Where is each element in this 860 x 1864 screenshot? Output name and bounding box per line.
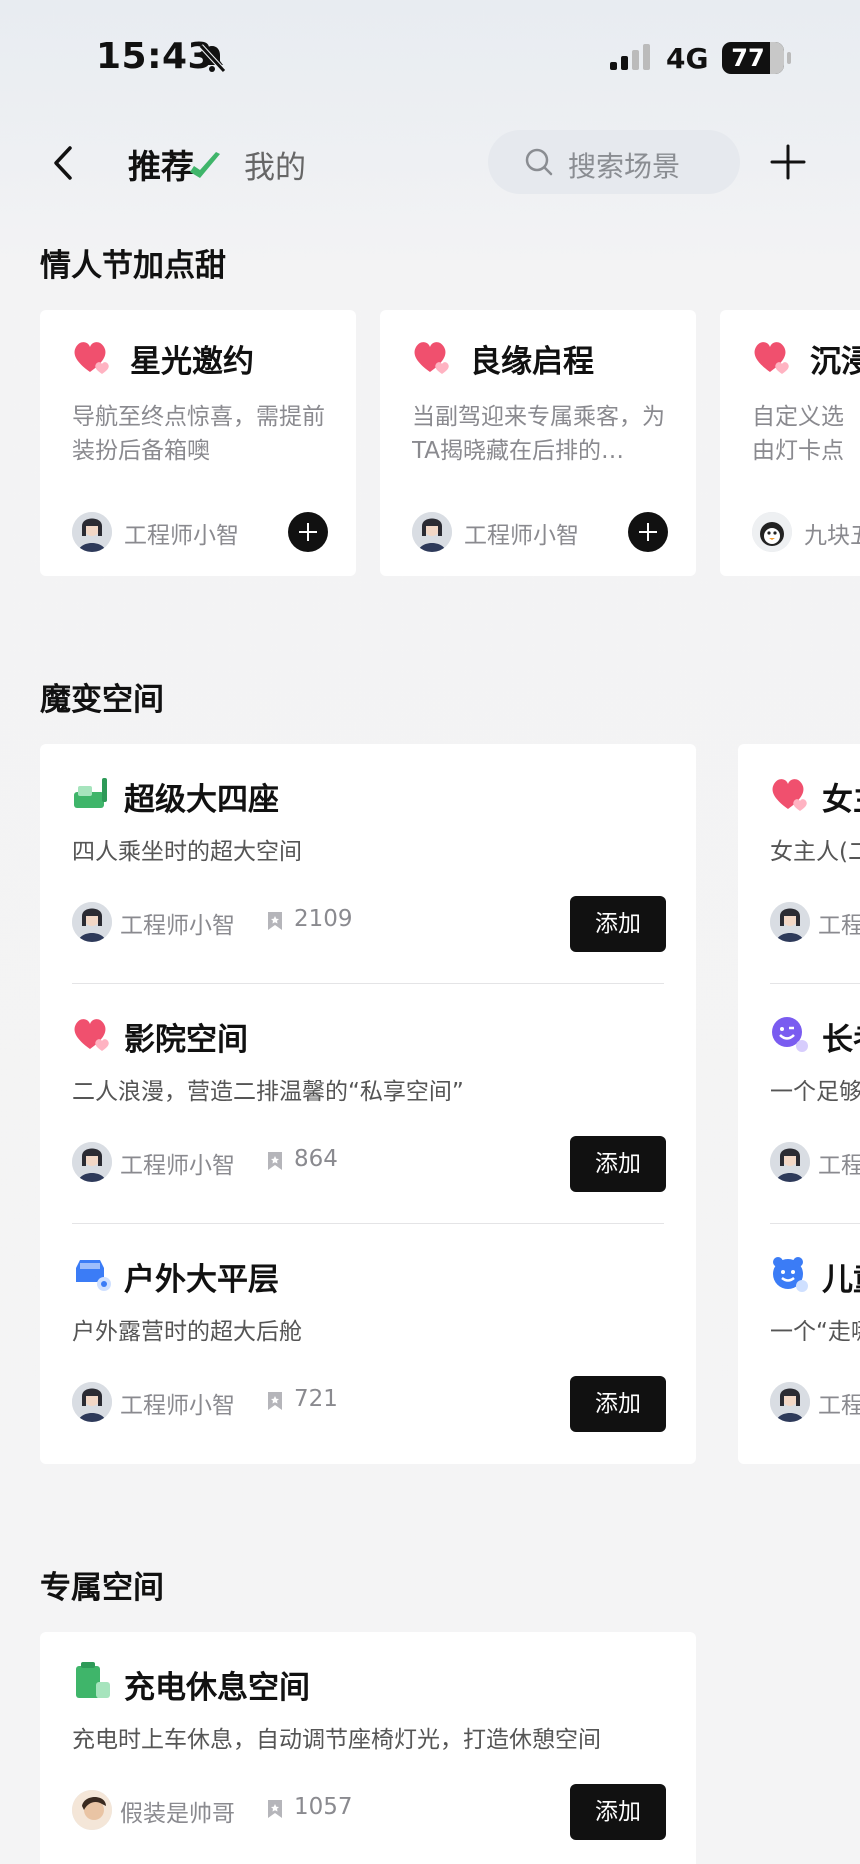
avatar — [72, 1382, 112, 1422]
author-name: 工程 — [818, 1153, 860, 1179]
add-circle-button[interactable] — [628, 512, 668, 552]
bookmark-icon — [268, 1152, 282, 1170]
heart-icon — [754, 342, 789, 374]
scene-list-card-peek: 女主 女主人(二 工程 长考 一个足够 工程 — [738, 744, 860, 1464]
add-circle-button[interactable] — [288, 512, 328, 552]
scene-card-title: 良缘启程 — [470, 344, 594, 380]
item-desc: 二人浪漫，营造二排温馨的“私享空间” — [72, 1079, 464, 1105]
back-arrow-icon[interactable] — [46, 142, 80, 184]
avatar — [770, 1142, 810, 1182]
list-item[interactable]: 儿童 一个“走哪 工程 — [738, 1224, 860, 1464]
heart-icon — [74, 1019, 109, 1051]
avatar — [770, 1382, 810, 1422]
signal-icon — [610, 44, 650, 70]
avatar — [72, 512, 112, 552]
section-title-exclusive: 专属空间 — [40, 1570, 164, 1606]
list-item[interactable]: 女主 女主人(二 工程 — [738, 744, 860, 984]
charging-icon — [76, 1662, 110, 1698]
scene-card-desc: 导航至终点惊喜，需提前装扮后备箱噢 — [72, 404, 325, 464]
add-button[interactable]: 添加 — [570, 1784, 666, 1840]
item-desc: 一个足够 — [770, 1079, 860, 1105]
author-name: 工程师小智 — [120, 1153, 235, 1179]
section-title-valentine: 情人节加点甜 — [40, 248, 226, 284]
item-desc: 充电时上车休息，自动调节座椅灯光，打造休憩空间 — [72, 1727, 601, 1753]
avatar — [72, 1142, 112, 1182]
author-name: 工程师小智 — [464, 523, 579, 549]
status-bar: 15:43 4G 77 — [0, 0, 860, 120]
scene-card-desc: 当副驾迎来专属乘客，为TA揭晓藏在后排的… — [412, 404, 665, 464]
save-count: 1057 — [294, 1794, 353, 1820]
child-icon — [773, 1257, 808, 1292]
avatar — [412, 512, 452, 552]
scene-list-card: 超级大四座 四人乘坐时的超大空间 工程师小智 2109 添加 影院空间 二人浪漫… — [40, 744, 696, 1464]
list-item[interactable]: 影院空间 二人浪漫，营造二排温馨的“私享空间” 工程师小智 864 添加 — [40, 984, 696, 1224]
scene-card-desc: 自定义选由灯卡点跳色 — [752, 404, 844, 464]
item-desc: 四人乘坐时的超大空间 — [72, 839, 302, 865]
battery-indicator: 77 — [722, 42, 791, 74]
list-item[interactable]: 超级大四座 四人乘坐时的超大空间 工程师小智 2109 添加 — [40, 744, 696, 984]
scene-card[interactable]: 沉浸 自定义选由灯卡点跳色 九块五 — [720, 310, 860, 576]
heart-icon — [414, 342, 449, 374]
list-item[interactable]: 充电休息空间 充电时上车休息，自动调节座椅灯光，打造休憩空间 假装是帅哥 105… — [40, 1632, 696, 1864]
item-title: 户外大平层 — [124, 1262, 279, 1298]
author-name: 工程 — [818, 1393, 860, 1419]
item-desc: 户外露营时的超大后舱 — [72, 1319, 302, 1345]
save-count: 864 — [294, 1146, 338, 1172]
author-name: 九块五 — [804, 523, 860, 549]
scene-card-title: 沉浸 — [810, 344, 860, 380]
avatar — [770, 902, 810, 942]
author-name: 工程师小智 — [120, 913, 235, 939]
bookmark-icon — [268, 912, 282, 930]
scene-card[interactable]: 星光邀约 导航至终点惊喜，需提前装扮后备箱噢 工程师小智 — [40, 310, 356, 576]
seat-icon — [74, 778, 107, 808]
search-icon — [525, 148, 553, 176]
item-title: 儿童 — [822, 1262, 860, 1298]
item-desc: 一个“走哪 — [770, 1319, 860, 1345]
scene-card[interactable]: 良缘启程 当副驾迎来专属乘客，为TA揭晓藏在后排的… 工程师小智 — [380, 310, 696, 576]
tab-mine[interactable]: 我的 — [244, 142, 306, 187]
item-title: 影院空间 — [124, 1022, 248, 1058]
heart-icon — [74, 342, 109, 374]
item-title: 女主 — [822, 782, 860, 818]
avatar — [72, 902, 112, 942]
add-button[interactable]: 添加 — [570, 896, 666, 952]
item-title: 超级大四座 — [124, 782, 279, 818]
heart-icon — [772, 779, 807, 811]
author-name: 工程师小智 — [124, 523, 239, 549]
tab-recommended[interactable]: 推荐 — [128, 140, 194, 188]
avatar — [752, 512, 792, 552]
author-name: 工程师小智 — [120, 1393, 235, 1419]
car-icon — [76, 1260, 111, 1291]
smile-icon — [772, 1017, 808, 1052]
scene-card-title: 星光邀约 — [130, 344, 254, 380]
battery-level: 77 — [731, 44, 765, 72]
search-input[interactable]: 搜索场景 — [488, 130, 740, 194]
section-title-transform: 魔变空间 — [40, 682, 164, 718]
bookmark-icon — [268, 1800, 282, 1818]
item-title: 充电休息空间 — [124, 1670, 310, 1706]
bookmark-icon — [268, 1392, 282, 1410]
save-count: 2109 — [294, 906, 353, 932]
tab-active-indicator-icon — [190, 152, 220, 178]
avatar — [72, 1790, 112, 1830]
bell-muted-icon — [199, 44, 226, 73]
item-title: 长考 — [822, 1022, 860, 1058]
save-count: 721 — [294, 1386, 338, 1412]
list-item[interactable]: 长考 一个足够 工程 — [738, 984, 860, 1224]
scene-list-card: 充电休息空间 充电时上车休息，自动调节座椅灯光，打造休憩空间 假装是帅哥 105… — [40, 1632, 696, 1864]
list-item[interactable]: 户外大平层 户外露营时的超大后舱 工程师小智 721 添加 — [40, 1224, 696, 1464]
search-placeholder: 搜索场景 — [568, 150, 681, 183]
item-desc: 女主人(二 — [770, 839, 860, 865]
add-button[interactable]: 添加 — [570, 1376, 666, 1432]
add-button[interactable]: 添加 — [570, 1136, 666, 1192]
add-icon[interactable] — [768, 142, 808, 182]
network-type: 4G — [666, 42, 709, 75]
top-nav: 推荐 我的 搜索场景 — [0, 120, 860, 206]
author-name: 工程 — [818, 913, 860, 939]
author-name: 假装是帅哥 — [120, 1801, 235, 1827]
